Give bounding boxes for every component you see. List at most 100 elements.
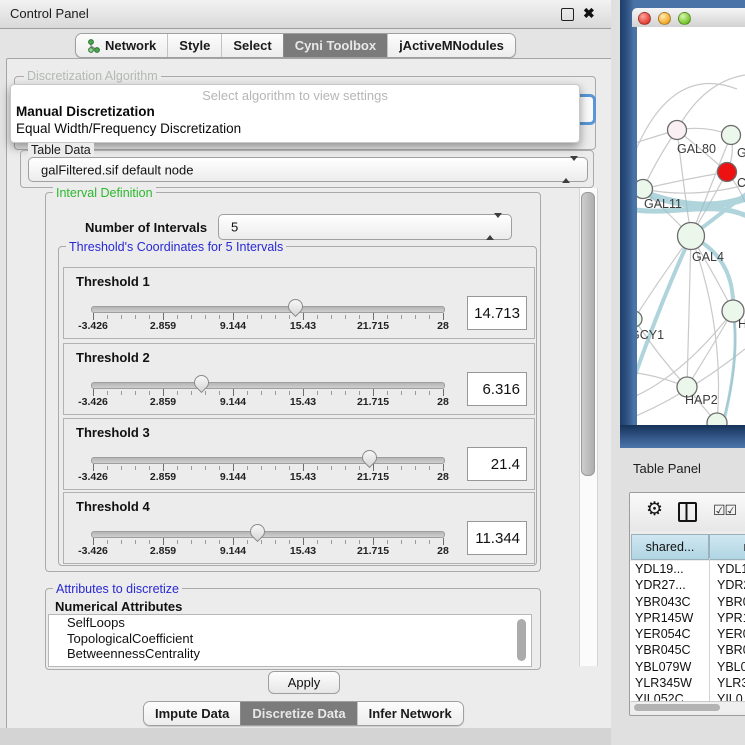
major-tick bbox=[93, 313, 94, 320]
threshold-3-label: Threshold 3 bbox=[76, 425, 150, 440]
horizontal-scrollbar-thumb[interactable] bbox=[634, 704, 720, 711]
threshold-4-panel: Threshold 4 -3.4262.8599.14415.4321.7152… bbox=[63, 492, 535, 564]
major-tick bbox=[443, 464, 444, 471]
threshold-4-value-input[interactable] bbox=[467, 521, 527, 555]
label-partial-mid: H bbox=[738, 317, 745, 331]
cell-shared-name: YPR145W bbox=[630, 610, 711, 626]
tab-impute-data-label: Impute Data bbox=[155, 706, 229, 721]
major-tick bbox=[373, 389, 374, 396]
tab-jactivemnodules-label: jActiveMNodules bbox=[399, 38, 504, 53]
threshold-3-slider-track[interactable] bbox=[91, 457, 445, 464]
tab-impute-data[interactable]: Impute Data bbox=[144, 702, 240, 725]
tick-label: -3.426 bbox=[78, 545, 108, 557]
tick-label: 21.715 bbox=[357, 471, 389, 483]
label-partial-red: C bbox=[737, 176, 745, 190]
table-row[interactable]: YPR145WYPR1 bbox=[630, 610, 745, 626]
label-gal11: GAL11 bbox=[644, 197, 682, 211]
attribute-item-betweennesscentrality[interactable]: BetweennessCentrality bbox=[49, 646, 531, 662]
attributes-scrollbar-thumb[interactable] bbox=[517, 619, 526, 661]
attribute-item-topologicalcoefficient[interactable]: TopologicalCoefficient bbox=[49, 631, 531, 647]
control-panel-tabs: Network Style Select Cyni Toolbox jActiv… bbox=[75, 33, 516, 58]
tab-network[interactable]: Network bbox=[76, 34, 167, 57]
major-tick bbox=[303, 389, 304, 396]
tick-label: 2.859 bbox=[150, 396, 176, 408]
table-data-combobox-value: galFiltered.sif default node bbox=[41, 162, 193, 177]
table-data-label: Table Data bbox=[28, 143, 94, 157]
tick-label: 2.859 bbox=[150, 471, 176, 483]
algorithm-option-manual[interactable]: Manual Discretization bbox=[16, 104, 155, 119]
number-of-intervals-combobox[interactable]: 5 bbox=[218, 214, 512, 240]
threshold-3-value-input[interactable] bbox=[467, 447, 527, 481]
label-gcy1: GCY1 bbox=[637, 328, 664, 342]
attribute-item-selfloops[interactable]: SelfLoops bbox=[49, 615, 531, 631]
table-row[interactable]: YER054CYER0 bbox=[630, 626, 745, 642]
numerical-attributes-label: Numerical Attributes bbox=[55, 599, 182, 614]
cell-name: YDL1 bbox=[711, 561, 745, 577]
checkbox-select-icons[interactable]: ☑☑ bbox=[713, 502, 736, 519]
table-row[interactable]: YDL19...YDL1 bbox=[630, 561, 745, 577]
tab-cyni-toolbox[interactable]: Cyni Toolbox bbox=[283, 34, 387, 57]
major-tick bbox=[303, 313, 304, 320]
threshold-2-slider-track[interactable] bbox=[91, 382, 445, 389]
table-row[interactable]: YBR043CYBR0 bbox=[630, 594, 745, 610]
network-canvas[interactable]: GAL80 G C GAL11 GAL4 GCY1 H HAP2 bbox=[637, 27, 745, 425]
threshold-1-slider-track[interactable] bbox=[91, 306, 445, 313]
threshold-4-slider-track[interactable] bbox=[91, 531, 445, 538]
node-gal11[interactable] bbox=[637, 180, 653, 199]
threshold-1-label: Threshold 1 bbox=[76, 274, 150, 289]
tab-select-label: Select bbox=[233, 38, 271, 53]
settings-scrollbar-thumb[interactable] bbox=[581, 192, 595, 476]
node-gal80[interactable] bbox=[668, 121, 687, 140]
cell-name: YPR1 bbox=[711, 610, 745, 626]
window-close-button[interactable] bbox=[638, 12, 651, 25]
tab-discretize-data[interactable]: Discretize Data bbox=[240, 702, 356, 725]
table-panel-title: Table Panel bbox=[633, 461, 701, 476]
interval-definition-label: Interval Definition bbox=[53, 186, 156, 200]
node-gal4[interactable] bbox=[678, 223, 705, 250]
major-tick bbox=[93, 538, 94, 545]
slider-thumb[interactable] bbox=[359, 447, 380, 468]
column-header-shared-name[interactable]: shared... bbox=[631, 534, 709, 560]
window-title: Control Panel bbox=[10, 6, 89, 21]
threshold-1-panel: Threshold 1 -3.4262.8599.14415.4321.7152… bbox=[63, 267, 535, 339]
column-header-name[interactable]: n bbox=[709, 534, 745, 560]
label-gal80: GAL80 bbox=[677, 142, 716, 156]
tab-infer-network[interactable]: Infer Network bbox=[357, 702, 463, 725]
tick-label: 28 bbox=[437, 320, 449, 332]
float-window-icon[interactable] bbox=[561, 8, 574, 21]
slider-thumb[interactable] bbox=[247, 521, 268, 542]
table-row[interactable]: YBR045CYBR0 bbox=[630, 642, 745, 658]
tab-style[interactable]: Style bbox=[167, 34, 221, 57]
cell-shared-name: YDL19... bbox=[630, 561, 711, 577]
node-gcy1[interactable] bbox=[637, 311, 642, 327]
horizontal-scrollbar-track[interactable] bbox=[631, 701, 745, 713]
apply-button[interactable]: Apply bbox=[268, 671, 340, 694]
table-row[interactable]: YLR345WYLR3 bbox=[630, 675, 745, 691]
tab-select[interactable]: Select bbox=[221, 34, 282, 57]
threshold-2-value-input[interactable] bbox=[467, 372, 527, 406]
table-row[interactable]: YIL052CYIL0 bbox=[630, 691, 745, 701]
algorithm-option-equal-width[interactable]: Equal Width/Frequency Discretization bbox=[16, 121, 241, 136]
node-red-selected[interactable] bbox=[718, 163, 737, 182]
table-data-combobox[interactable]: galFiltered.sif default node bbox=[28, 157, 588, 182]
window-zoom-button[interactable] bbox=[678, 12, 691, 25]
cell-shared-name: YBR043C bbox=[630, 594, 711, 610]
gear-icon[interactable]: ⚙ bbox=[646, 498, 663, 521]
network-window-titlebar[interactable] bbox=[632, 8, 745, 27]
tick-label: 21.715 bbox=[357, 320, 389, 332]
major-tick bbox=[163, 313, 164, 320]
table-body: YDL19...YDL1YDR27...YDR2YBR043CYBR0YPR14… bbox=[630, 561, 745, 701]
cell-name: YER0 bbox=[711, 626, 745, 642]
node-partial-top[interactable] bbox=[722, 126, 741, 145]
table-row[interactable]: YBL079WYBL0 bbox=[630, 659, 745, 675]
major-tick bbox=[443, 313, 444, 320]
close-icon[interactable]: ✖ bbox=[583, 5, 595, 22]
threshold-1-value-input[interactable] bbox=[467, 296, 527, 330]
cell-name: YLR3 bbox=[711, 675, 745, 691]
columns-icon[interactable] bbox=[678, 502, 697, 522]
slider-thumb[interactable] bbox=[191, 372, 212, 393]
tab-jactivemnodules[interactable]: jActiveMNodules bbox=[387, 34, 515, 57]
table-row[interactable]: YDR27...YDR2 bbox=[630, 577, 745, 593]
window-minimize-button[interactable] bbox=[658, 12, 671, 25]
tab-cyni-toolbox-label: Cyni Toolbox bbox=[295, 38, 376, 53]
